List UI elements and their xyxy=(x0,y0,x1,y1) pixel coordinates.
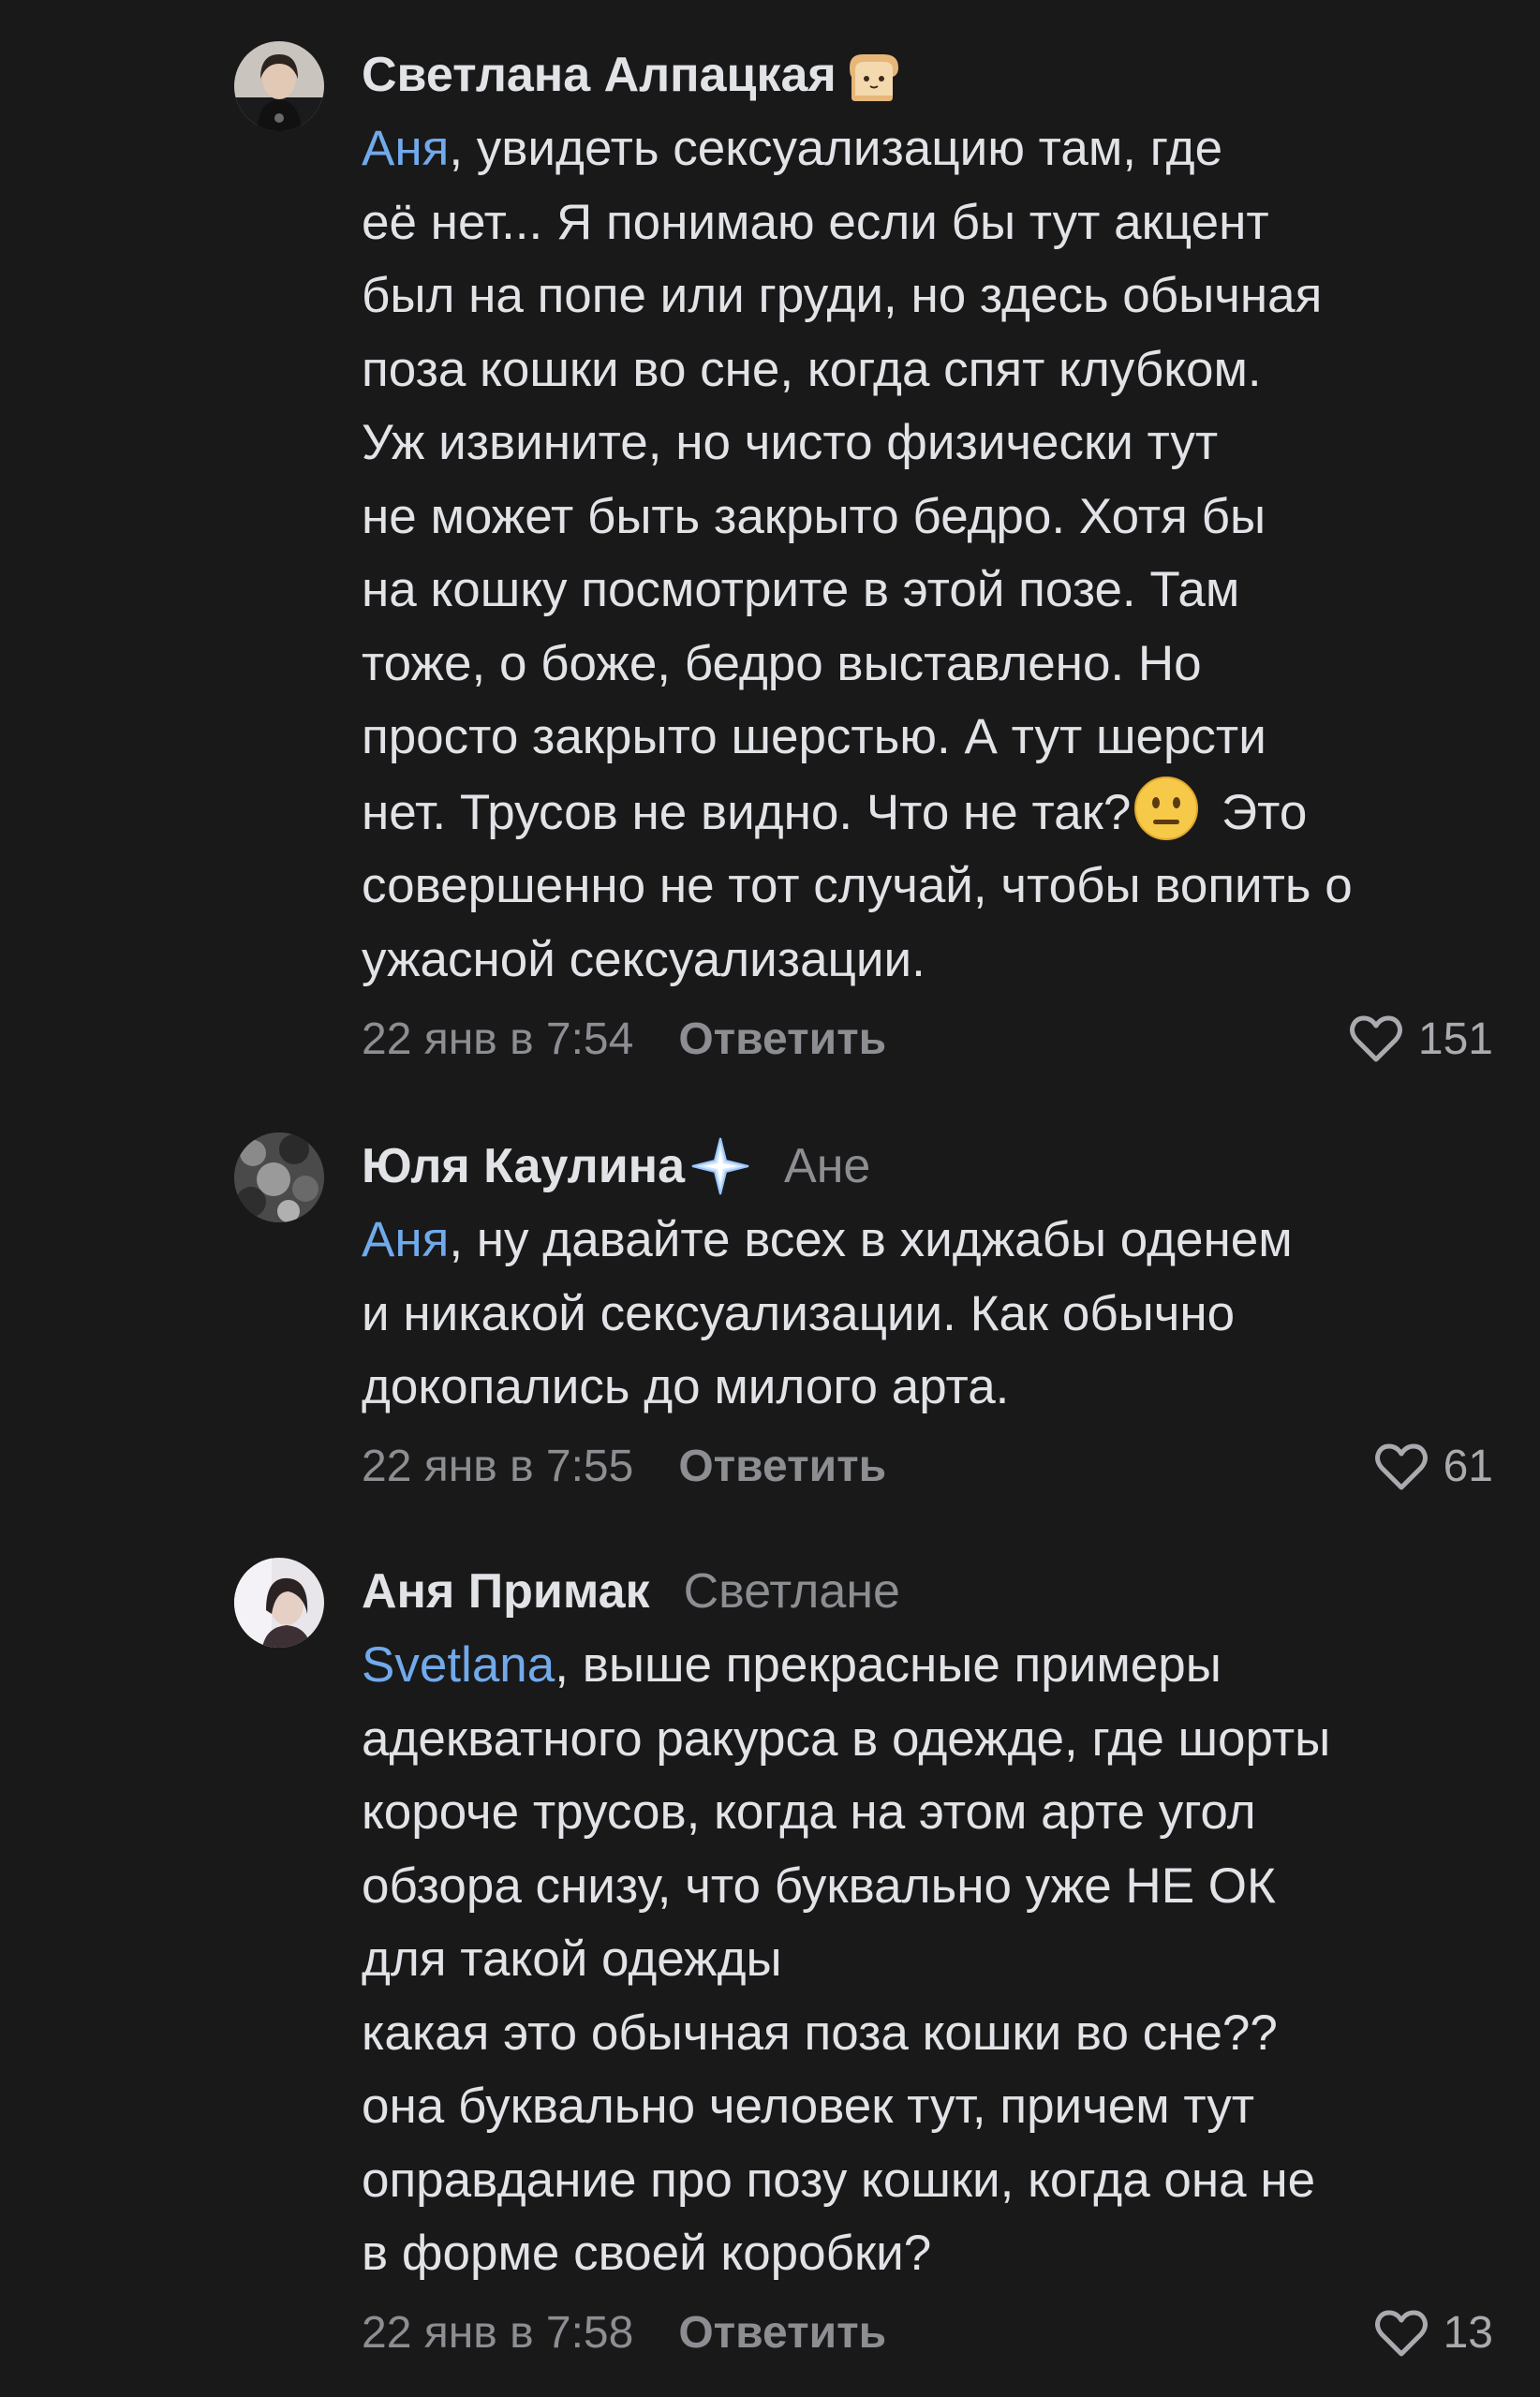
comment-text-line: оправдание про позу кошки, когда она не xyxy=(362,2144,1486,2218)
like-button[interactable]: 13 xyxy=(1374,2291,1493,2375)
comment-text-segment: нет. Трусов не видно. Что не так? xyxy=(362,784,1132,840)
comment-text-line: в форме своей коробки? xyxy=(362,2217,1486,2291)
comment-footer: 22 янв в 7:58 Ответить 13 xyxy=(362,2291,1493,2375)
comment-text-segment: Это xyxy=(1207,784,1308,840)
heart-outline-icon xyxy=(1374,1443,1428,1489)
comment-text-segment: просто закрыто шерстью. А тут шерсти xyxy=(362,709,1266,764)
mention-link[interactable]: Svetlana xyxy=(362,1637,555,1693)
like-button[interactable]: 61 xyxy=(1374,1425,1493,1509)
comment-header: Юля Каулина Ане xyxy=(362,1129,1486,1204)
comment-text-segment: оправдание про позу кошки, когда она не xyxy=(362,2152,1316,2208)
comment-text-line: и никакой сексуализации. Как обычно xyxy=(362,1278,1486,1352)
comment-text-line: был на попе или груди, но здесь обычная xyxy=(362,259,1486,333)
comment-text-segment: адекватного ракурса в одежде, где шорты xyxy=(362,1710,1331,1767)
sparkle-star-icon xyxy=(690,1136,750,1196)
mention-link[interactable]: Аня xyxy=(362,121,449,176)
comment-text-segment: не может быть закрыто бедро. Хотя бы xyxy=(362,488,1266,544)
comment-body: Юля Каулина Ане Аня, ну давайте всех в х… xyxy=(362,1129,1493,1509)
comment-text-segment: , увидеть сексуализацию там, где xyxy=(449,121,1223,176)
comment-text-line: тоже, о боже, бедро выставлено. Но xyxy=(362,628,1486,702)
comment-text-line: просто закрыто шерстью. А тут шерсти xyxy=(362,701,1486,775)
comment-text-segment: Уж извините, но чисто физически тут xyxy=(362,415,1219,470)
comment-text-line: адекватного ракурса в одежде, где шорты xyxy=(362,1703,1486,1777)
heart-outline-icon xyxy=(1349,1015,1402,1062)
like-count: 61 xyxy=(1443,1442,1493,1491)
mention-link[interactable]: Аня xyxy=(362,1212,449,1267)
comment-text-line: она буквально человек тут, причем тут xyxy=(362,2070,1486,2144)
comment-text-segment: совершенно не тот случай, чтобы вопить о xyxy=(362,858,1353,913)
comment-text-line: совершенно не тот случай, чтобы вопить о xyxy=(362,850,1486,924)
comment-body: Аня Примак Светлане Svetlana, выше прекр… xyxy=(362,1554,1493,2375)
comment-text-segment: в форме своей коробки? xyxy=(362,2226,932,2281)
comment-time[interactable]: 22 янв в 7:54 xyxy=(362,1014,633,1065)
comment-text-line: какая это обычная поза кошки во сне?? xyxy=(362,1997,1486,2071)
comment-text-segment: ужасной сексуализации. xyxy=(362,931,925,987)
avatar[interactable] xyxy=(234,1558,324,1648)
comment-text-line: её нет... Я понимаю если бы тут акцент xyxy=(362,186,1486,260)
reply-button[interactable]: Ответить xyxy=(678,2307,886,2359)
comment-text-segment: обзора снизу, что буквально уже НЕ ОК xyxy=(362,1857,1276,1914)
comment-time[interactable]: 22 янв в 7:55 xyxy=(362,1441,633,1492)
avatar[interactable] xyxy=(234,41,324,131)
comment-footer: 22 янв в 7:54 Ответить 151 xyxy=(362,997,1493,1081)
comment-header: Светлана Алпацкая xyxy=(362,37,1486,112)
author-name[interactable]: Юля Каулина xyxy=(362,1138,685,1194)
comment-body: Светлана Алпацкая Аня, увидеть сексуализ… xyxy=(362,37,1493,1081)
like-count: 13 xyxy=(1443,2308,1493,2358)
reply-to-label[interactable]: Ане xyxy=(784,1138,870,1194)
comment-text-line: на кошку посмотрите в этой позе. Там xyxy=(362,554,1486,628)
comment-text-segment: для такой одежды xyxy=(362,1931,782,1987)
comment-text-line: Svetlana, выше прекрасные примеры xyxy=(362,1629,1486,1703)
comment-text-segment: какая это обычная поза кошки во сне?? xyxy=(362,2005,1278,2061)
comment-header: Аня Примак Светлане xyxy=(362,1554,1486,1629)
comment-text-line: докопались до милого арта. xyxy=(362,1351,1486,1425)
avatar[interactable] xyxy=(234,1132,324,1222)
comment-text-segment: поза кошки во сне, когда спят клубком. xyxy=(362,341,1262,397)
comment-text-line: ужасной сексуализации. xyxy=(362,924,1486,998)
comment-text-segment: и никакой сексуализации. Как обычно xyxy=(362,1285,1236,1341)
comment-footer: 22 янв в 7:55 Ответить 61 xyxy=(362,1425,1493,1509)
reply-button[interactable]: Ответить xyxy=(678,1014,886,1065)
comment-text: Svetlana, выше прекрасные примеры адекват… xyxy=(362,1629,1486,2291)
bread-emoji-icon xyxy=(842,45,902,105)
comment-text-line: короче трусов, когда на этом арте угол xyxy=(362,1776,1486,1850)
comment-time[interactable]: 22 янв в 7:58 xyxy=(362,2307,633,2359)
like-button[interactable]: 151 xyxy=(1349,997,1493,1081)
comment-text-line: не может быть закрыто бедро. Хотя бы xyxy=(362,481,1486,555)
comment-text-line: Аня, ну давайте всех в хиджабы оденем xyxy=(362,1204,1486,1278)
reply-button[interactable]: Ответить xyxy=(678,1441,886,1492)
neutral-face-emoji-icon xyxy=(1133,775,1200,842)
author-name[interactable]: Светлана Алпацкая xyxy=(362,47,837,103)
author-name[interactable]: Аня Примак xyxy=(362,1563,650,1620)
comment-text-segment: на кошку посмотрите в этой позе. Там xyxy=(362,562,1240,617)
comment-text-segment: её нет... Я понимаю если бы тут акцент xyxy=(362,194,1269,250)
comment-text-line: Аня, увидеть сексуализацию там, где xyxy=(362,112,1486,186)
comment-text-segment: короче трусов, когда на этом арте угол xyxy=(362,1784,1256,1840)
comment-text: Аня, увидеть сексуализацию там, где её не… xyxy=(362,112,1486,997)
comment-text-line: Уж извините, но чисто физически тут xyxy=(362,407,1486,481)
comment-text-segment: , выше прекрасные примеры xyxy=(555,1637,1222,1693)
like-count: 151 xyxy=(1417,1014,1493,1064)
comment-text-line: поза кошки во сне, когда спят клубком. xyxy=(362,333,1486,407)
comment-text-segment: докопались до милого арта. xyxy=(362,1359,1010,1414)
comment-text-line: обзора снизу, что буквально уже НЕ ОК xyxy=(362,1850,1486,1924)
comment-text-segment: тоже, о боже, бедро выставлено. Но xyxy=(362,635,1202,691)
comment-text-segment: был на попе или груди, но здесь обычная xyxy=(362,268,1323,323)
heart-outline-icon xyxy=(1374,2310,1428,2356)
comment-text: Аня, ну давайте всех в хиджабы оденем и н… xyxy=(362,1204,1486,1425)
comment-text-segment: она буквально человек тут, причем тут xyxy=(362,2079,1255,2134)
comment-text-segment: , ну давайте всех в хиджабы оденем xyxy=(449,1212,1293,1267)
comment-text-line: нет. Трусов не видно. Что не так? Это xyxy=(362,775,1486,851)
reply-to-label[interactable]: Светлане xyxy=(684,1563,900,1620)
comment-text-line: для такой одежды xyxy=(362,1923,1486,1997)
